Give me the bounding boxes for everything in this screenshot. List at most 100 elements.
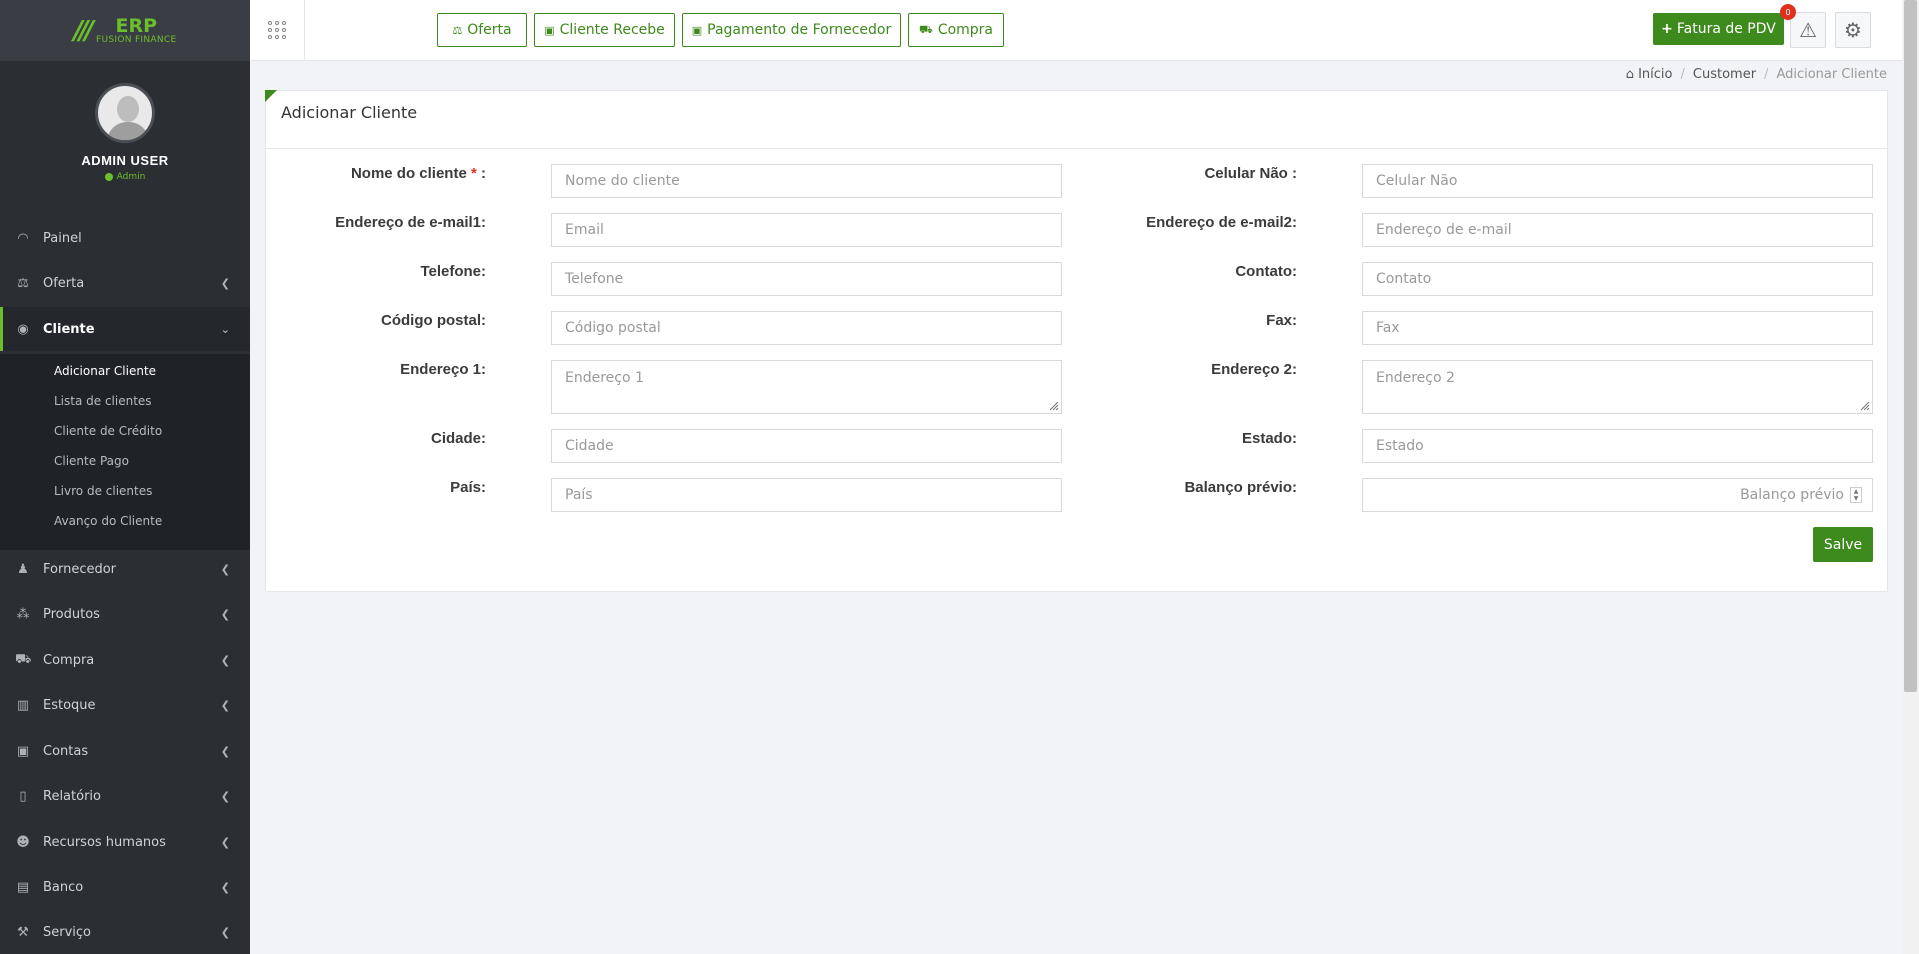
label-cidade: Cidade:: [430, 430, 486, 447]
cubes-icon: ⁂: [16, 606, 30, 622]
label-nome-do-cliente: Nome do cliente * :: [350, 165, 486, 182]
wrench-icon: ⚒: [17, 924, 29, 940]
plus-icon: +: [1661, 21, 1673, 37]
telefone-input[interactable]: Telefone: [551, 262, 1062, 296]
label-email2: Endereço de e-mail2:: [1146, 214, 1297, 231]
money-icon: ▣: [544, 23, 555, 37]
submenu-cliente-pago[interactable]: Cliente Pago: [54, 454, 129, 468]
estado-input[interactable]: Estado: [1362, 429, 1873, 463]
sidebar-item-painel[interactable]: ◠ Painel: [0, 216, 250, 260]
sidebar: /// ERP FUSION FINANCE ADMIN USER Admin …: [0, 0, 250, 954]
label-estado: Estado:: [1241, 430, 1297, 447]
email2-input[interactable]: Endereço de e-mail: [1362, 213, 1873, 247]
nome-do-cliente-input[interactable]: Nome do cliente: [551, 164, 1062, 198]
resize-handle-icon[interactable]: [1049, 401, 1059, 411]
home-icon: ⌂: [1625, 67, 1634, 82]
submenu-avanco-do-cliente[interactable]: Avanço do Cliente: [54, 514, 162, 528]
endereco1-textarea[interactable]: Endereço 1: [551, 360, 1062, 414]
chevron-down-icon: ⌄: [220, 322, 230, 336]
fax-input[interactable]: Fax: [1362, 311, 1873, 345]
page-title: Adicionar Cliente: [281, 103, 418, 122]
apps-grid-button[interactable]: [250, 0, 305, 60]
submenu-adicionar-cliente[interactable]: Adicionar Cliente: [54, 364, 156, 378]
topbar-pagamento-fornecedor-button[interactable]: ▣ Pagamento de Fornecedor: [682, 13, 901, 47]
celular-input[interactable]: Celular Não: [1362, 164, 1873, 198]
fatura-pdv-button[interactable]: + Fatura de PDV: [1653, 13, 1784, 45]
bar-chart-icon: ▥: [16, 697, 30, 713]
sidebar-item-estoque[interactable]: ▥ Estoque ❮: [0, 683, 250, 727]
submenu-cliente-de-credito[interactable]: Cliente de Crédito: [54, 424, 162, 438]
money-icon: ▣: [691, 23, 703, 37]
profile-role: Admin: [104, 172, 145, 182]
label-fax: Fax:: [1266, 312, 1297, 329]
sidebar-item-banco[interactable]: ▤ Banco ❮: [0, 865, 250, 909]
submenu-livro-de-clientes[interactable]: Livro de clientes: [54, 484, 152, 498]
dashboard-icon: ◠: [17, 230, 29, 246]
topbar-compra-button[interactable]: ⛟ Compra: [908, 13, 1004, 47]
logo[interactable]: /// ERP FUSION FINANCE: [74, 16, 177, 46]
chevron-left-icon: ❮: [220, 653, 230, 667]
balance-scale-icon: ⚖: [452, 23, 463, 37]
online-status-icon: [104, 173, 113, 181]
sidebar-item-cliente[interactable]: ◉ Cliente ⌄: [0, 307, 250, 351]
sidebar-item-compra[interactable]: ⛟ Compra ❮: [0, 638, 250, 682]
money-icon: ▣: [16, 743, 30, 759]
codigo-postal-input[interactable]: Código postal: [551, 311, 1062, 345]
chevron-left-icon: ❮: [220, 562, 230, 576]
resize-handle-icon[interactable]: [1860, 401, 1870, 411]
label-codigo-postal: Código postal:: [381, 312, 486, 329]
cart-icon: ⛟: [15, 651, 32, 667]
scrollbar-thumb[interactable]: [1904, 0, 1917, 692]
breadcrumb-section[interactable]: Customer: [1693, 67, 1756, 82]
label-endereco2: Endereço 2:: [1211, 361, 1297, 378]
notifications-button[interactable]: ⚠: [1790, 12, 1826, 48]
save-button[interactable]: Salve: [1813, 527, 1873, 562]
breadcrumb-current: Adicionar Cliente: [1776, 67, 1887, 82]
book-icon: ▯: [19, 788, 27, 804]
sidebar-item-contas[interactable]: ▣ Contas ❮: [0, 729, 250, 773]
logo-erp: ERP: [115, 14, 158, 37]
user-profile: ADMIN USER Admin: [0, 61, 250, 201]
avatar[interactable]: [95, 83, 155, 143]
cidade-input[interactable]: Cidade: [551, 429, 1062, 463]
submenu-lista-de-clientes[interactable]: Lista de clientes: [54, 394, 152, 408]
profile-name: ADMIN USER: [81, 153, 169, 168]
endereco2-textarea[interactable]: Endereço 2: [1362, 360, 1873, 414]
chevron-left-icon: ❮: [220, 607, 230, 621]
balanco-previo-input[interactable]: Balanço prévio ▲ ▼: [1362, 478, 1873, 512]
email1-input[interactable]: Email: [551, 213, 1062, 247]
sidebar-item-produtos[interactable]: ⁂ Produtos ❮: [0, 592, 250, 636]
sidebar-item-servico[interactable]: ⚒ Serviço ❮: [0, 910, 250, 954]
sidebar-item-recursos-humanos[interactable]: ☻ Recursos humanos ❮: [0, 820, 250, 864]
label-email1: Endereço de e-mail1:: [335, 214, 486, 231]
settings-button[interactable]: ⚙: [1835, 12, 1871, 48]
user-circle-icon: ◉: [17, 321, 29, 337]
sidebar-item-oferta[interactable]: ⚖ Oferta ❮: [0, 261, 250, 305]
sidebar-item-fornecedor[interactable]: ♟ Fornecedor ❮: [0, 547, 250, 591]
card-corner-accent: [265, 90, 277, 102]
label-contato: Contato:: [1235, 263, 1297, 280]
chevron-left-icon: ❮: [220, 880, 230, 894]
sidebar-item-relatorio[interactable]: ▯ Relatório ❮: [0, 774, 250, 818]
logo-tagline: FUSION FINANCE: [96, 34, 177, 45]
warning-icon: ⚠: [1799, 18, 1817, 42]
contato-input[interactable]: Contato: [1362, 262, 1873, 296]
label-endereco1: Endereço 1:: [400, 361, 486, 378]
chevron-left-icon: ❮: [220, 744, 230, 758]
label-telefone: Telefone:: [420, 263, 486, 280]
topbar-cliente-recebe-button[interactable]: ▣ Cliente Recebe: [534, 13, 675, 47]
breadcrumb: ⌂ Início / Customer / Adicionar Cliente: [1625, 67, 1887, 82]
user-tie-icon: ♟: [17, 561, 29, 577]
topbar-oferta-button[interactable]: ⚖ Oferta: [437, 13, 527, 47]
pais-input[interactable]: País: [551, 478, 1062, 512]
chevron-left-icon: ❮: [220, 925, 230, 939]
balance-scale-icon: ⚖: [17, 275, 29, 291]
grid-icon: [268, 21, 286, 39]
chevron-left-icon: ❮: [220, 835, 230, 849]
topbar: ⚖ Oferta ▣ Cliente Recebe ▣ Pagamento de…: [250, 0, 1902, 61]
cliente-submenu: Adicionar Cliente Lista de clientes Clie…: [0, 354, 250, 550]
gear-icon: ⚙: [1844, 18, 1862, 42]
page-scrollbar[interactable]: [1902, 0, 1919, 954]
breadcrumb-home[interactable]: ⌂ Início: [1626, 67, 1673, 82]
number-spinner-icon[interactable]: ▲ ▼: [1850, 487, 1862, 503]
